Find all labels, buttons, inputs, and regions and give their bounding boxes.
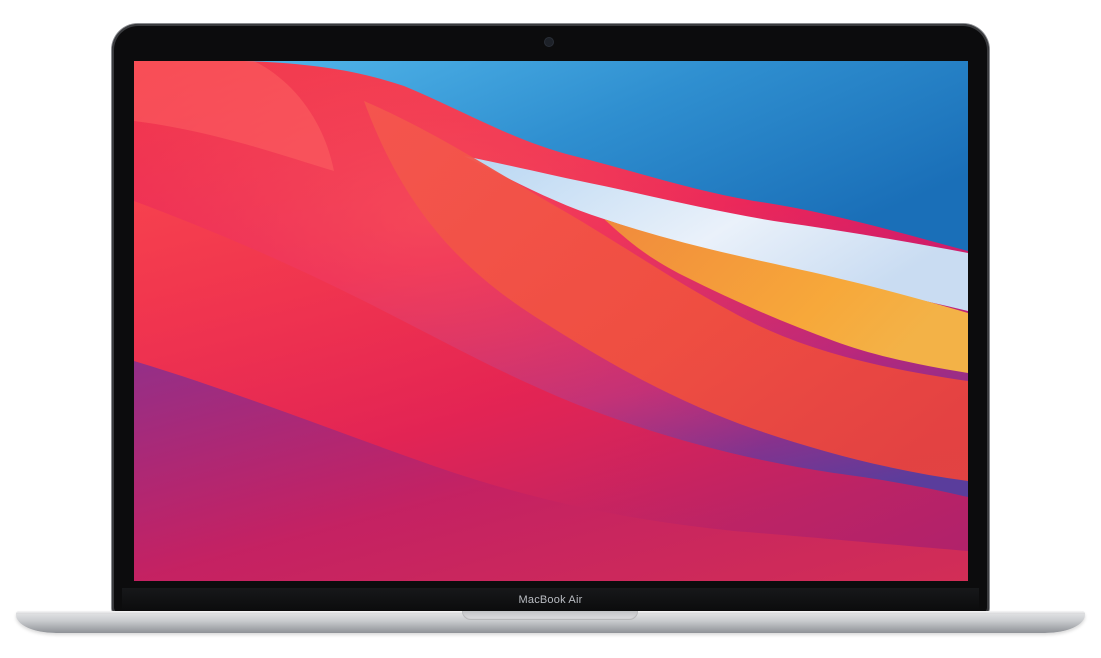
lid-opening-notch: [462, 611, 638, 620]
laptop-photo: MacBook Air: [0, 0, 1101, 658]
model-label: MacBook Air: [518, 594, 583, 606]
laptop-screen-wallpaper: [134, 61, 968, 581]
wallpaper-graphic: [134, 61, 968, 581]
camera-icon: [545, 38, 553, 46]
